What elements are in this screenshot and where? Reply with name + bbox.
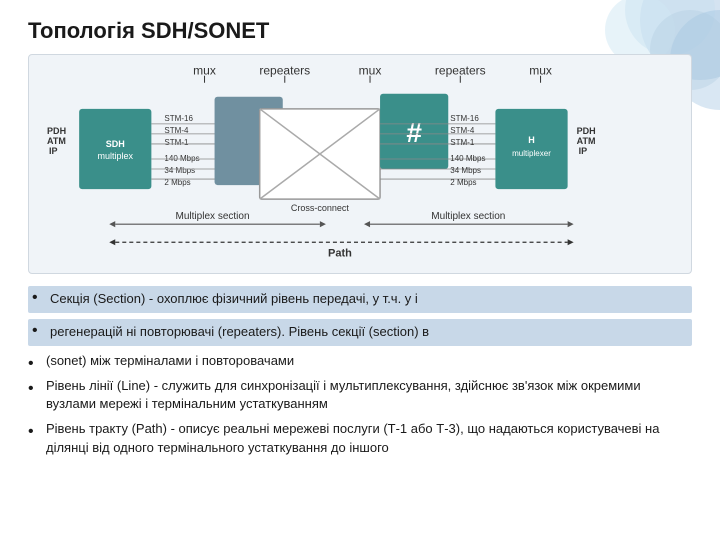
bullet-list: Секція (Section) - охоплює фізичний ріве… xyxy=(28,286,692,528)
pdh-right: PDH xyxy=(577,126,596,136)
multiplex-arrow-right2 xyxy=(568,221,574,227)
mux1-label: mux xyxy=(193,64,216,78)
rate-stm1-left: STM-1 xyxy=(164,138,189,147)
bullet-item-2: регенерацій ні повторювачі (repeaters). … xyxy=(28,319,692,346)
right-mux-label2: multiplexer xyxy=(512,149,551,158)
page-content: Топологія SDH/SONET mux repeaters mux re… xyxy=(0,0,720,540)
rate-stm4-right: STM-4 xyxy=(450,126,475,135)
bullet-item-5: Рівень тракту (Path) - описує реальні ме… xyxy=(28,420,692,458)
left-mux-sublabel: multiplex xyxy=(97,151,133,161)
right-mux-label1: H xyxy=(528,135,535,145)
atm-left: ATM xyxy=(47,136,66,146)
hash-symbol: # xyxy=(406,117,422,148)
rate-34-left: 34 Mbps xyxy=(164,166,195,175)
rate-stm16-right: STM-16 xyxy=(450,114,479,123)
ip-right: IP xyxy=(579,146,588,156)
bullet-item-3: (sonet) між терміналами і повторовачами xyxy=(28,352,692,371)
rate-stm1-right: STM-1 xyxy=(450,138,475,147)
diagram-area: mux repeaters mux repeaters mux PDH ATM … xyxy=(28,54,692,274)
mux3-label: mux xyxy=(529,64,552,78)
bullet-item-1: Секція (Section) - охоплює фізичний ріве… xyxy=(28,286,692,313)
rate-stm16-left: STM-16 xyxy=(164,114,193,123)
multiplex-section-right: Multiplex section xyxy=(431,211,505,222)
multiplex-arrow-left xyxy=(109,221,115,227)
ip-left: IP xyxy=(49,146,58,156)
path-arrow-left xyxy=(109,239,115,245)
mux2-label: mux xyxy=(359,64,382,78)
multiplex-arrow-left2 xyxy=(364,221,370,227)
rate-2-right: 2 Mbps xyxy=(450,178,476,187)
cross-connect-label: Cross-connect xyxy=(291,203,350,213)
diagram-svg: mux repeaters mux repeaters mux PDH ATM … xyxy=(29,55,691,273)
bullet-item-4: Рівень лінії (Line) - служить для синхро… xyxy=(28,377,692,415)
repeaters2-label: repeaters xyxy=(435,64,486,78)
left-mux-label: SDH xyxy=(106,139,125,149)
rate-34-right: 34 Mbps xyxy=(450,166,481,175)
repeaters1-label: repeaters xyxy=(259,64,310,78)
atm-right: ATM xyxy=(577,136,596,146)
path-arrow-right xyxy=(568,239,574,245)
page-title: Топологія SDH/SONET xyxy=(28,18,692,44)
multiplex-arrow-right1 xyxy=(320,221,326,227)
path-label: Path xyxy=(328,247,352,259)
rate-140-left: 140 Mbps xyxy=(164,154,199,163)
pdh-left: PDH xyxy=(47,126,66,136)
rate-140-right: 140 Mbps xyxy=(450,154,485,163)
multiplex-section-left: Multiplex section xyxy=(176,211,250,222)
